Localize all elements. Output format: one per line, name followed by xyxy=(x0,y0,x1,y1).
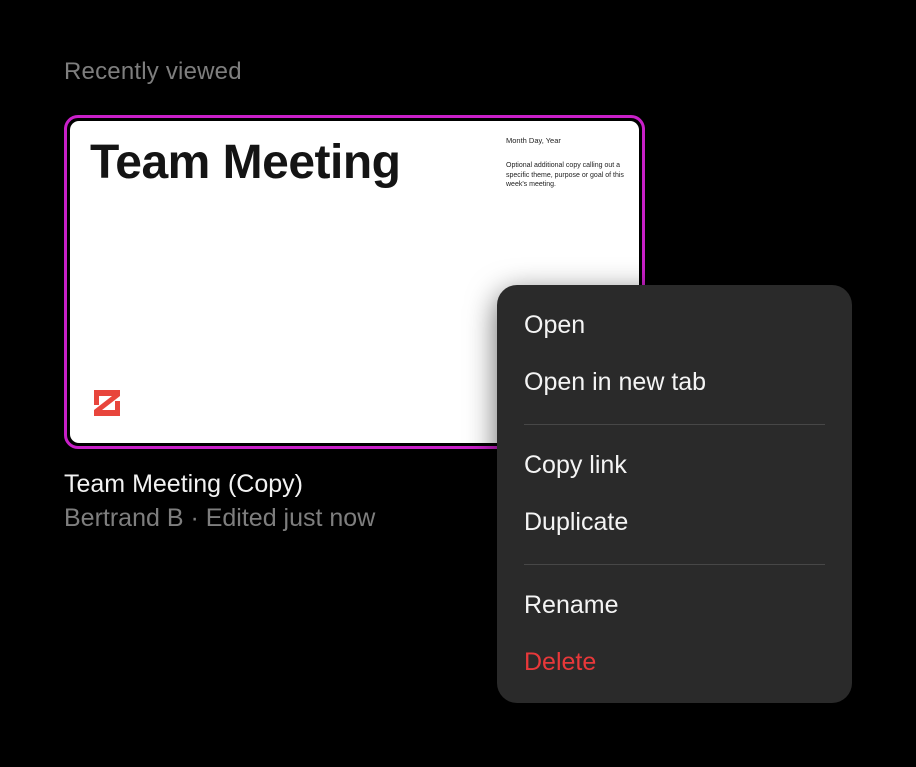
menu-item-delete[interactable]: Delete xyxy=(497,636,852,693)
menu-divider xyxy=(524,424,825,425)
file-meta: Bertrand B · Edited just now xyxy=(64,504,376,532)
slide-title: Team Meeting xyxy=(90,136,401,189)
file-name[interactable]: Team Meeting (Copy) xyxy=(64,470,303,499)
slide-date: Month Day, Year xyxy=(506,136,561,145)
menu-item-open-in-new-tab[interactable]: Open in new tab xyxy=(497,356,852,413)
section-heading: Recently viewed xyxy=(64,58,242,85)
menu-item-open[interactable]: Open xyxy=(497,299,852,356)
slide-description: Optional additional copy calling out a s… xyxy=(506,162,624,188)
menu-item-duplicate[interactable]: Duplicate xyxy=(497,496,852,553)
page: Recently viewed Team Meeting Month Day, … xyxy=(0,0,916,767)
menu-item-rename[interactable]: Rename xyxy=(497,579,852,636)
menu-item-copy-link[interactable]: Copy link xyxy=(497,439,852,496)
context-menu: Open Open in new tab Copy link Duplicate… xyxy=(497,285,852,703)
brand-logo-icon xyxy=(94,390,120,416)
menu-divider xyxy=(524,564,825,565)
